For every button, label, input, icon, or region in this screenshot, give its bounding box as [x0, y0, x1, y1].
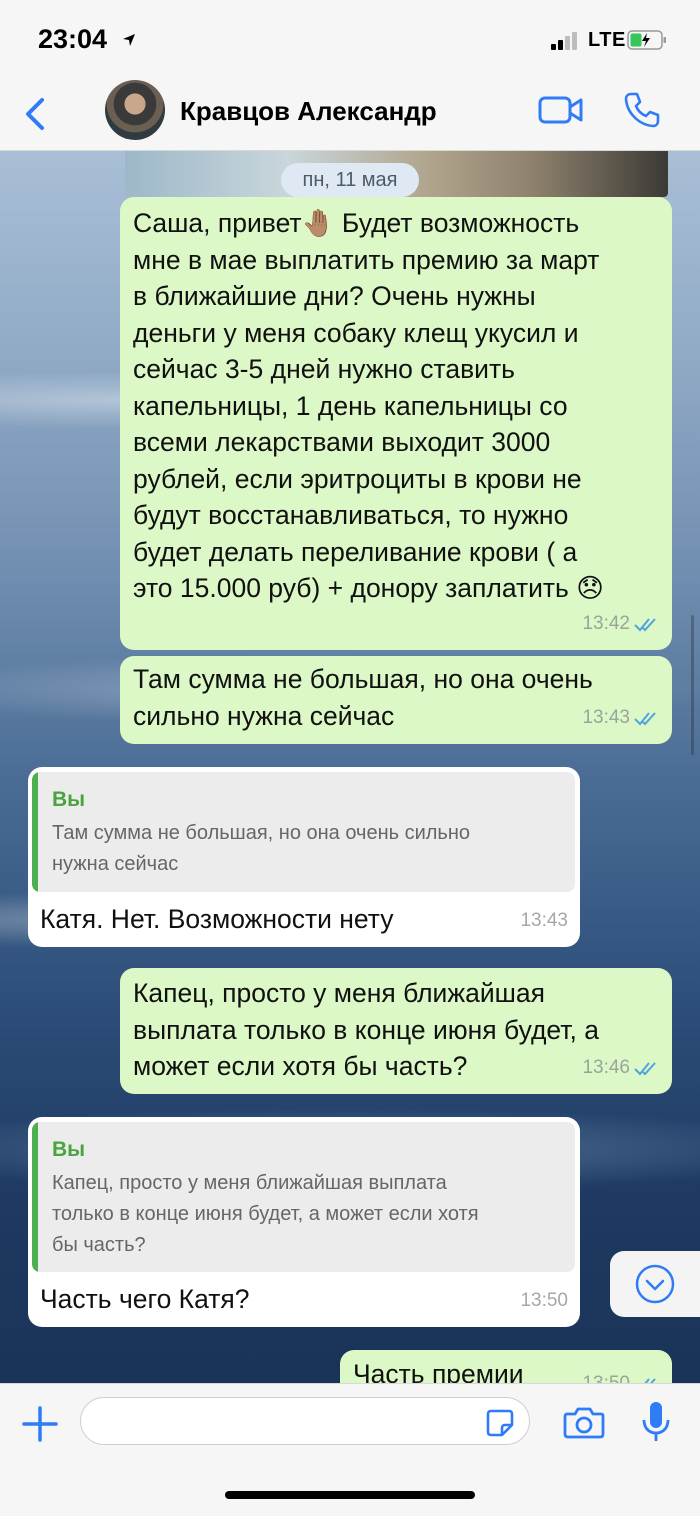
network-type: LTE: [588, 29, 626, 51]
message-time: 13:42: [582, 612, 630, 634]
phone-icon: [624, 92, 660, 128]
home-indicator: [225, 1491, 475, 1499]
read-ticks-icon: [634, 1062, 656, 1076]
quoted-message[interactable]: Вы Там сумма не большая, но она очень си…: [32, 772, 575, 892]
quote-author: Вы: [52, 788, 86, 811]
message-time: 13:43: [520, 909, 568, 931]
chevron-left-icon: [26, 98, 44, 130]
message-time: 13:46: [582, 1056, 630, 1078]
message-meta: 13:42: [582, 606, 660, 643]
message-meta: 13:46: [582, 1050, 660, 1087]
battery-charging-icon: [627, 30, 666, 50]
quoted-message[interactable]: Вы Капец, просто у меня ближайшая выплат…: [32, 1122, 575, 1272]
message-input[interactable]: [80, 1397, 530, 1445]
sticker-icon: [486, 1409, 514, 1437]
read-ticks-icon: [634, 618, 656, 632]
status-time: 23:04: [38, 24, 108, 54]
read-ticks-icon: [634, 712, 656, 726]
contact-name[interactable]: Кравцов Александр: [180, 96, 437, 127]
quote-accent-bar: [32, 772, 38, 892]
message-meta: 13:50: [520, 1283, 568, 1320]
quote-text: Капец, просто у меня ближайшая выплата т…: [52, 1172, 479, 1256]
signal-strength-icon: [551, 32, 581, 50]
status-bar: 23:04 LTE: [0, 0, 700, 84]
quote-accent-bar: [32, 1122, 38, 1272]
message-text: Катя. Нет. Возможности нету: [40, 904, 394, 934]
message-text: Саша, привет🤚🏽 Будет возможность мне в м…: [133, 208, 604, 603]
voice-message-button[interactable]: [640, 1400, 672, 1444]
scroll-to-bottom-button[interactable]: [610, 1251, 700, 1317]
video-call-button[interactable]: [538, 92, 584, 128]
chat-header: Кравцов Александр: [0, 80, 700, 151]
quote-text: Там сумма не большая, но она очень сильн…: [52, 822, 471, 875]
date-separator: пн, 11 мая: [281, 163, 419, 197]
location-arrow-icon: [123, 34, 135, 46]
message-meta: 13:43: [582, 700, 660, 737]
message-bubble-outgoing[interactable]: Саша, привет🤚🏽 Будет возможность мне в м…: [120, 197, 672, 650]
message-time: 13:50: [520, 1289, 568, 1311]
message-text: Часть чего Катя?: [40, 1284, 250, 1314]
message-bubble-outgoing[interactable]: Там сумма не большая, но она очень сильн…: [120, 656, 672, 744]
message-bubble-incoming[interactable]: Вы Там сумма не большая, но она очень си…: [28, 767, 580, 947]
quote-author: Вы: [52, 1138, 86, 1161]
back-button[interactable]: [18, 92, 58, 136]
video-camera-icon: [538, 96, 583, 124]
message-bubble-outgoing[interactable]: Капец, просто у меня ближайшая выплата т…: [120, 968, 672, 1094]
voice-call-button[interactable]: [622, 90, 662, 130]
sticker-button[interactable]: [485, 1408, 515, 1438]
microphone-icon: [642, 1402, 670, 1441]
chevron-down-circle-icon: [635, 1264, 675, 1304]
message-time: 13:43: [582, 706, 630, 728]
message-meta: 13:43: [520, 903, 568, 940]
message-bubble-incoming[interactable]: Вы Капец, просто у меня ближайшая выплат…: [28, 1117, 580, 1327]
camera-icon: [563, 1407, 605, 1439]
chat-scrollbar[interactable]: [691, 615, 694, 755]
message-composer: [0, 1383, 700, 1516]
plus-icon: [22, 1406, 58, 1442]
camera-button[interactable]: [563, 1404, 605, 1440]
attach-button[interactable]: [20, 1404, 60, 1444]
contact-avatar[interactable]: [105, 80, 165, 140]
